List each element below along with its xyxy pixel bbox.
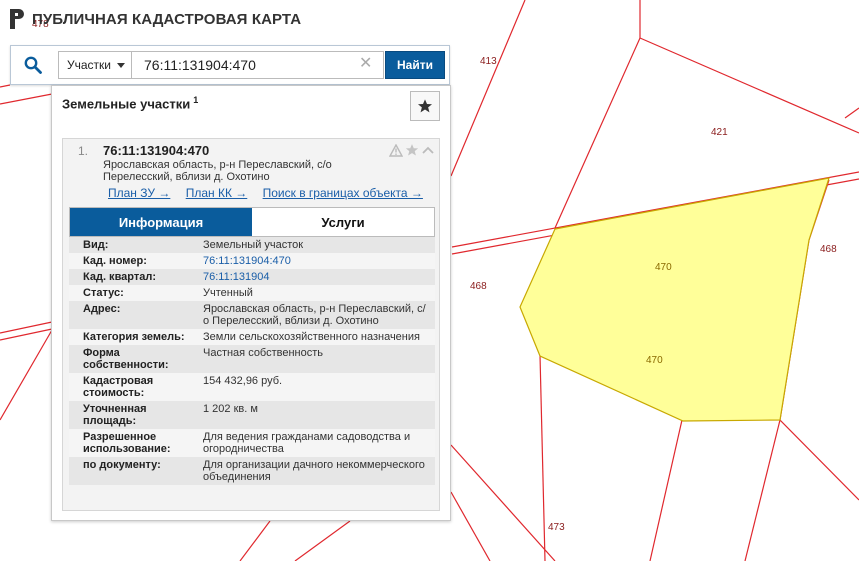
app-header: ПУБЛИЧНАЯ КАДАСТРОВАЯ КАРТА <box>10 9 301 29</box>
warning-icon[interactable] <box>389 143 403 157</box>
info-value-link[interactable]: 76:11:131904 <box>193 269 435 285</box>
info-label: Кадастровая стоимость: <box>83 375 154 399</box>
result-card[interactable]: 1. 76:11:131904:470 Ярославская область,… <box>62 138 440 511</box>
info-row: Кад. номер: 76:11:131904:470 <box>69 253 435 269</box>
parcel-label-468-right: 468 <box>820 244 837 255</box>
chevron-up-icon[interactable] <box>421 145 435 155</box>
parcel-label-473: 473 <box>548 522 565 533</box>
info-row: Кад. квартал: 76:11:131904 <box>69 269 435 285</box>
tab-services[interactable]: Услуги <box>252 208 434 236</box>
result-actions <box>389 143 435 157</box>
tab-info[interactable]: Информация <box>70 208 252 236</box>
info-row: Вид: Земельный участок <box>69 237 435 253</box>
info-value: Ярославская область, р-н Переславский, с… <box>203 303 426 327</box>
search-input[interactable] <box>132 51 384 79</box>
info-label: Категория земель: <box>83 331 185 343</box>
result-count: 1 <box>193 95 199 105</box>
star-outline-icon[interactable] <box>405 143 419 157</box>
parcel-label-470-top: 470 <box>655 262 672 273</box>
result-index: 1. <box>78 144 89 158</box>
info-label: Кад. номер: <box>83 255 147 267</box>
info-row: Уточненная площадь: 1 202 кв. м <box>69 401 435 429</box>
info-row: Разрешенное использование: Для ведения гр… <box>69 429 435 457</box>
star-icon <box>418 99 432 113</box>
info-value: Земельный участок <box>203 239 304 251</box>
info-row: по документу: Для организации дачного нек… <box>69 457 435 485</box>
search-type-label: Участки <box>67 58 111 72</box>
info-row: Форма собственности: Частная собственност… <box>69 345 435 373</box>
rosreestr-logo-icon <box>10 9 24 29</box>
find-button[interactable]: Найти <box>385 51 445 79</box>
panel-title-text: Земельные участки <box>62 96 191 112</box>
result-links: План ЗУ → План КК → Поиск в границах объ… <box>108 186 435 200</box>
result-address-line2: Перелесский, вблизи д. Охотино <box>103 171 270 183</box>
info-value: 1 202 кв. м <box>203 403 258 415</box>
info-label: Уточненная площадь: <box>83 403 147 427</box>
parcel-label-421: 421 <box>711 127 728 138</box>
info-label: Форма собственности: <box>83 347 169 371</box>
info-row: Адрес: Ярославская область, р-н Переславс… <box>69 301 435 329</box>
favorites-button[interactable] <box>410 91 440 121</box>
plan-zu-link[interactable]: План ЗУ → <box>108 186 170 200</box>
parcel-label-413: 413 <box>480 56 497 67</box>
app-title: ПУБЛИЧНАЯ КАДАСТРОВАЯ КАРТА <box>32 10 302 28</box>
result-tabs: Информация Услуги <box>69 207 435 237</box>
search-bar: Участки ✕ Найти <box>10 45 450 85</box>
search-bounds-link[interactable]: Поиск в границах объекта → <box>263 186 423 200</box>
info-value: Учтенный <box>203 287 253 299</box>
info-value-link[interactable]: 76:11:131904:470 <box>193 253 435 269</box>
info-row: Кадастровая стоимость: 154 432,96 руб. <box>69 373 435 401</box>
clear-icon[interactable]: ✕ <box>359 56 372 72</box>
info-value: 154 432,96 руб. <box>203 375 283 387</box>
info-label: Статус: <box>83 287 124 299</box>
search-icon[interactable] <box>11 46 55 84</box>
search-type-select[interactable]: Участки <box>58 51 132 79</box>
parcel-label-470-bottom: 470 <box>646 355 663 366</box>
info-label: Разрешенное использование: <box>83 431 171 455</box>
info-label: по документу: <box>83 459 161 471</box>
info-row: Категория земель: Земли сельскохозяйствен… <box>69 329 435 345</box>
results-panel: Земельные участки 1 1. 76:11:131904:470 Я… <box>51 85 451 521</box>
info-table: Вид: Земельный участок Кад. номер: 76:11:1… <box>69 237 435 485</box>
result-cad-number: 76:11:131904:470 <box>103 143 210 158</box>
result-address: Ярославская область, р-н Переславский, с… <box>103 159 353 183</box>
info-value: Для ведения гражданами садоводства и ого… <box>203 431 411 455</box>
info-value: Земли сельскохозяйственного назначения <box>203 331 420 343</box>
info-label: Адрес: <box>83 303 121 315</box>
result-address-line1: Ярославская область, р-н Переславский, с… <box>103 159 332 171</box>
info-row: Статус: Учтенный <box>69 285 435 301</box>
parcel-label-468: 468 <box>470 281 487 292</box>
chevron-down-icon <box>117 63 125 68</box>
info-label: Кад. квартал: <box>83 271 157 283</box>
plan-kk-link[interactable]: План КК → <box>186 186 248 200</box>
panel-title: Земельные участки 1 <box>62 95 198 111</box>
info-value: Частная собственность <box>203 347 324 359</box>
info-label: Вид: <box>83 239 109 251</box>
info-value: Для организации дачного некоммерческого … <box>203 459 425 483</box>
